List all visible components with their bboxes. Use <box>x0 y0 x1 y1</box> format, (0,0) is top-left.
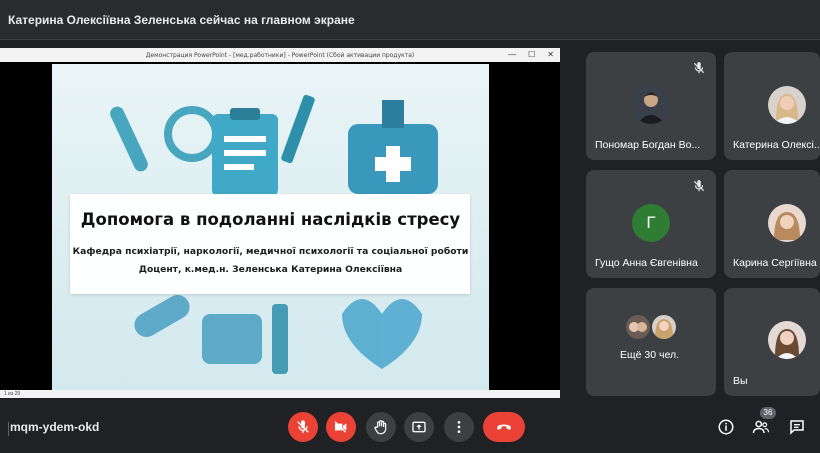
avatar <box>652 315 676 339</box>
ppt-titlebar: Демонстрация PowerPoint - [мед.работники… <box>0 48 560 62</box>
participant-name: Катерина Олексі... <box>733 139 820 151</box>
divider <box>8 422 9 436</box>
present-button[interactable] <box>404 412 434 442</box>
ppt-statusbar: 1 из 29 <box>0 390 560 398</box>
more-icon <box>457 421 461 433</box>
participant-tile-more[interactable]: Ещё 30 чел. <box>586 288 716 396</box>
mic-off-icon <box>693 180 705 192</box>
avatar <box>768 321 806 359</box>
mic-off-icon <box>693 62 705 74</box>
end-call-icon <box>497 424 511 430</box>
participant-name: Гущо Анна Євгенівна <box>595 257 698 269</box>
camera-off-icon <box>334 421 347 433</box>
ppt-maximize-icon: ☐ <box>528 50 536 59</box>
meeting-details-button[interactable] <box>714 415 738 439</box>
avatar <box>768 86 806 124</box>
participant-name: Вы <box>733 375 748 387</box>
more-options-button[interactable] <box>444 412 474 442</box>
present-icon <box>412 421 426 433</box>
slide: Допомога в подоланні наслідків стресу Ка… <box>52 64 489 390</box>
participant-name: Пономар Богдан Во... <box>595 139 701 151</box>
raise-hand-button[interactable] <box>366 412 396 442</box>
info-icon <box>718 419 734 435</box>
leave-call-button[interactable] <box>483 412 525 442</box>
hand-icon <box>374 420 387 435</box>
ppt-close-icon: ✕ <box>547 50 554 59</box>
participant-name: Карина Сергіївна <box>733 257 817 269</box>
participant-tile[interactable]: Карина Сергіївна <box>724 170 820 278</box>
ppt-minimize-icon: — <box>508 50 517 59</box>
chat-icon <box>790 420 804 435</box>
slide-title: Допомога в подоланні наслідків стресу <box>80 210 461 229</box>
participant-tile[interactable]: Г Гущо Анна Євгенівна <box>586 170 716 278</box>
ppt-window-title: Демонстрация PowerPoint - [мед.работники… <box>145 51 415 59</box>
slide-department: Кафедра психіатрії, наркології, медичної… <box>72 246 469 257</box>
participant-count-badge: 36 <box>760 407 776 419</box>
slide-text-card <box>70 194 470 294</box>
ppt-window-controls: — ☐ ✕ <box>508 48 554 62</box>
presenting-banner-text: Катерина Олексіївна Зеленська сейчас на … <box>8 12 355 27</box>
meeting-code[interactable]: mqm-ydem-okd <box>10 420 99 434</box>
bottom-control-bar: mqm-ydem-okd <box>0 403 820 453</box>
presentation-screen: Демонстрация PowerPoint - [мед.работники… <box>0 48 560 398</box>
presenting-banner: Катерина Олексіївна Зеленська сейчас на … <box>0 0 820 40</box>
mic-toggle-button[interactable] <box>288 412 318 442</box>
avatar-letter: Г <box>632 204 670 242</box>
participant-tile[interactable]: Пономар Богдан Во... <box>586 52 716 160</box>
mic-off-icon <box>297 420 309 433</box>
participant-tile[interactable]: Катерина Олексі... <box>724 52 820 160</box>
more-participants-label: Ещё 30 чел. <box>620 349 680 361</box>
avatar <box>768 204 806 242</box>
camera-toggle-button[interactable] <box>326 412 356 442</box>
people-icon <box>752 420 770 434</box>
ppt-slide-counter: 1 из 29 <box>4 391 21 397</box>
participant-tile-self[interactable]: Вы <box>724 288 820 396</box>
avatar <box>626 315 650 339</box>
chat-button[interactable] <box>785 415 809 439</box>
slide-author: Доцент, к.мед.н. Зеленська Катерина Олек… <box>138 264 403 275</box>
avatar <box>632 86 670 124</box>
